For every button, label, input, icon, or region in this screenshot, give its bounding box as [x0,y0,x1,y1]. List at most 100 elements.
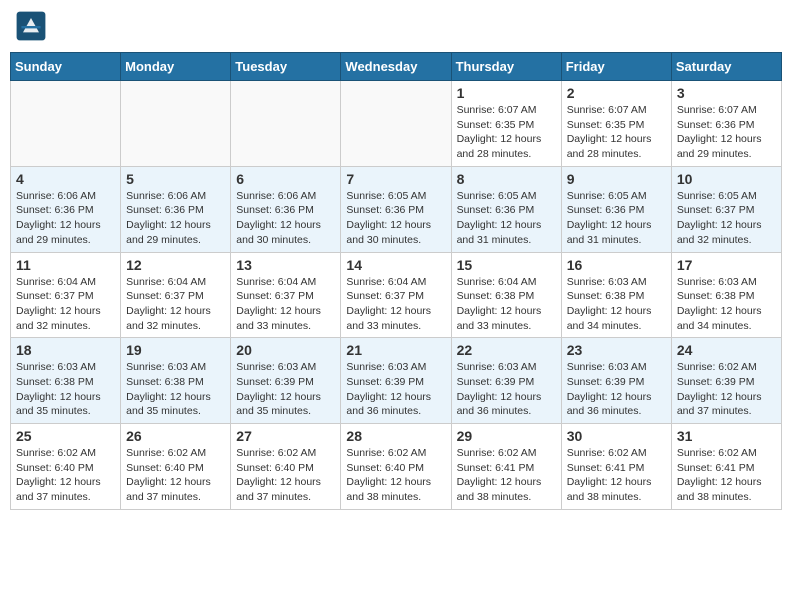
day-info: Sunrise: 6:07 AM Sunset: 6:35 PM Dayligh… [457,103,556,162]
column-header-wednesday: Wednesday [341,53,451,81]
day-number: 18 [16,342,115,358]
calendar-cell: 5Sunrise: 6:06 AM Sunset: 6:36 PM Daylig… [121,166,231,252]
day-number: 11 [16,257,115,273]
calendar-cell: 9 Sunrise: 6:05 AM Sunset: 6:36 PM Daylig… [561,166,671,252]
day-info: Sunrise: 6:04 AM Sunset: 6:37 PM Dayligh… [16,275,115,334]
day-info: Sunrise: 6:03 AM Sunset: 6:39 PM Dayligh… [346,360,445,419]
day-info: Sunrise: 6:02 AM Sunset: 6:41 PM Dayligh… [677,446,776,505]
calendar-cell: 18 Sunrise: 6:03 AM Sunset: 6:38 PM Dayli… [11,338,121,424]
day-number: 4 [16,171,115,187]
calendar-cell: 7Sunrise: 6:05 AM Sunset: 6:36 PM Daylig… [341,166,451,252]
calendar-week-row: 1 Sunrise: 6:07 AM Sunset: 6:35 PM Daylig… [11,81,782,167]
day-number: 6 [236,171,335,187]
day-number: 20 [236,342,335,358]
day-info: Sunrise: 6:04 AM Sunset: 6:38 PM Dayligh… [457,275,556,334]
calendar-cell [341,81,451,167]
column-header-tuesday: Tuesday [231,53,341,81]
column-header-friday: Friday [561,53,671,81]
day-number: 27 [236,428,335,444]
calendar-cell: 2 Sunrise: 6:07 AM Sunset: 6:35 PM Daylig… [561,81,671,167]
calendar-cell: 14 Sunrise: 6:04 AM Sunset: 6:37 PM Dayli… [341,252,451,338]
calendar-cell: 30 Sunrise: 6:02 AM Sunset: 6:41 PM Dayli… [561,424,671,510]
calendar-table: SundayMondayTuesdayWednesdayThursdayFrid… [10,52,782,510]
day-info: Sunrise: 6:06 AM Sunset: 6:36 PM Dayligh… [236,189,335,248]
day-number: 17 [677,257,776,273]
day-info: Sunrise: 6:03 AM Sunset: 6:38 PM Dayligh… [126,360,225,419]
calendar-cell: 28Sunrise: 6:02 AM Sunset: 6:40 PM Dayli… [341,424,451,510]
day-info: Sunrise: 6:02 AM Sunset: 6:40 PM Dayligh… [236,446,335,505]
column-header-thursday: Thursday [451,53,561,81]
day-number: 26 [126,428,225,444]
day-number: 1 [457,85,556,101]
calendar-cell: 20 Sunrise: 6:03 AM Sunset: 6:39 PM Dayli… [231,338,341,424]
day-number: 9 [567,171,666,187]
calendar-cell: 22Sunrise: 6:03 AM Sunset: 6:39 PM Dayli… [451,338,561,424]
day-number: 10 [677,171,776,187]
day-info: Sunrise: 6:03 AM Sunset: 6:38 PM Dayligh… [16,360,115,419]
day-info: Sunrise: 6:05 AM Sunset: 6:36 PM Dayligh… [567,189,666,248]
calendar-cell: 3 Sunrise: 6:07 AM Sunset: 6:36 PM Daylig… [671,81,781,167]
calendar-cell: 17 Sunrise: 6:03 AM Sunset: 6:38 PM Dayli… [671,252,781,338]
day-info: Sunrise: 6:04 AM Sunset: 6:37 PM Dayligh… [346,275,445,334]
day-info: Sunrise: 6:04 AM Sunset: 6:37 PM Dayligh… [236,275,335,334]
calendar-week-row: 4 Sunrise: 6:06 AM Sunset: 6:36 PM Daylig… [11,166,782,252]
day-number: 29 [457,428,556,444]
calendar-cell: 19Sunrise: 6:03 AM Sunset: 6:38 PM Dayli… [121,338,231,424]
calendar-cell: 8 Sunrise: 6:05 AM Sunset: 6:36 PM Daylig… [451,166,561,252]
day-info: Sunrise: 6:03 AM Sunset: 6:38 PM Dayligh… [677,275,776,334]
day-info: Sunrise: 6:02 AM Sunset: 6:40 PM Dayligh… [126,446,225,505]
calendar-cell [231,81,341,167]
day-info: Sunrise: 6:05 AM Sunset: 6:37 PM Dayligh… [677,189,776,248]
calendar-cell: 25Sunrise: 6:02 AM Sunset: 6:40 PM Dayli… [11,424,121,510]
calendar-cell: 29 Sunrise: 6:02 AM Sunset: 6:41 PM Dayli… [451,424,561,510]
calendar-header-row: SundayMondayTuesdayWednesdayThursdayFrid… [11,53,782,81]
day-info: Sunrise: 6:05 AM Sunset: 6:36 PM Dayligh… [457,189,556,248]
page-header [10,10,782,42]
calendar-cell: 21 Sunrise: 6:03 AM Sunset: 6:39 PM Dayli… [341,338,451,424]
day-number: 30 [567,428,666,444]
day-info: Sunrise: 6:02 AM Sunset: 6:41 PM Dayligh… [457,446,556,505]
day-number: 24 [677,342,776,358]
day-number: 21 [346,342,445,358]
calendar-cell: 27 Sunrise: 6:02 AM Sunset: 6:40 PM Dayli… [231,424,341,510]
calendar-cell: 31Sunrise: 6:02 AM Sunset: 6:41 PM Dayli… [671,424,781,510]
calendar-cell: 23Sunrise: 6:03 AM Sunset: 6:39 PM Dayli… [561,338,671,424]
column-header-saturday: Saturday [671,53,781,81]
calendar-week-row: 11 Sunrise: 6:04 AM Sunset: 6:37 PM Dayli… [11,252,782,338]
day-info: Sunrise: 6:07 AM Sunset: 6:35 PM Dayligh… [567,103,666,162]
day-info: Sunrise: 6:03 AM Sunset: 6:38 PM Dayligh… [567,275,666,334]
calendar-cell: 4 Sunrise: 6:06 AM Sunset: 6:36 PM Daylig… [11,166,121,252]
day-number: 23 [567,342,666,358]
calendar-cell [121,81,231,167]
calendar-cell: 16 Sunrise: 6:03 AM Sunset: 6:38 PM Dayli… [561,252,671,338]
day-number: 25 [16,428,115,444]
calendar-week-row: 18 Sunrise: 6:03 AM Sunset: 6:38 PM Dayli… [11,338,782,424]
day-number: 14 [346,257,445,273]
column-header-sunday: Sunday [11,53,121,81]
calendar-cell [11,81,121,167]
day-number: 3 [677,85,776,101]
day-info: Sunrise: 6:02 AM Sunset: 6:39 PM Dayligh… [677,360,776,419]
day-info: Sunrise: 6:03 AM Sunset: 6:39 PM Dayligh… [457,360,556,419]
logo-icon [15,10,47,42]
day-info: Sunrise: 6:02 AM Sunset: 6:41 PM Dayligh… [567,446,666,505]
day-info: Sunrise: 6:06 AM Sunset: 6:36 PM Dayligh… [126,189,225,248]
day-number: 13 [236,257,335,273]
day-info: Sunrise: 6:07 AM Sunset: 6:36 PM Dayligh… [677,103,776,162]
day-number: 7 [346,171,445,187]
day-info: Sunrise: 6:04 AM Sunset: 6:37 PM Dayligh… [126,275,225,334]
calendar-cell: 12 Sunrise: 6:04 AM Sunset: 6:37 PM Dayli… [121,252,231,338]
calendar-cell: 10 Sunrise: 6:05 AM Sunset: 6:37 PM Dayli… [671,166,781,252]
calendar-cell: 15Sunrise: 6:04 AM Sunset: 6:38 PM Dayli… [451,252,561,338]
day-number: 8 [457,171,556,187]
calendar-cell: 24 Sunrise: 6:02 AM Sunset: 6:39 PM Dayli… [671,338,781,424]
calendar-cell: 11 Sunrise: 6:04 AM Sunset: 6:37 PM Dayli… [11,252,121,338]
day-info: Sunrise: 6:03 AM Sunset: 6:39 PM Dayligh… [236,360,335,419]
day-number: 16 [567,257,666,273]
day-info: Sunrise: 6:06 AM Sunset: 6:36 PM Dayligh… [16,189,115,248]
calendar-cell: 1 Sunrise: 6:07 AM Sunset: 6:35 PM Daylig… [451,81,561,167]
day-number: 12 [126,257,225,273]
column-header-monday: Monday [121,53,231,81]
day-number: 2 [567,85,666,101]
logo [15,10,51,42]
